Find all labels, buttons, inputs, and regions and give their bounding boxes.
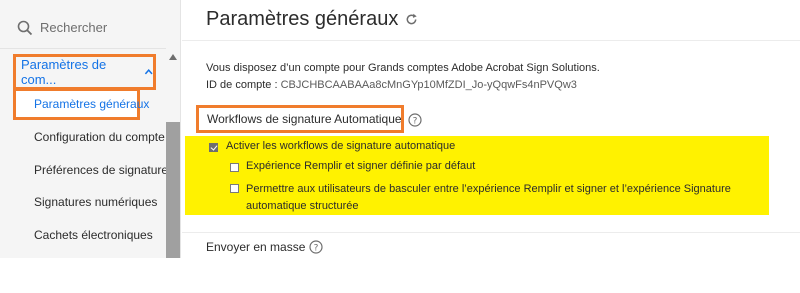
section-title-text: Workflows de signature Automatique: [207, 112, 402, 126]
page-title: Paramètres généraux: [206, 8, 418, 31]
account-id-value: CBJCHBCAABAAa8cMnGYp10MfZDI_Jo-yQqwFs4nP…: [280, 79, 577, 91]
sidebar-item-signature-preferences[interactable]: Préférences de signature: [34, 163, 168, 177]
section-title-automatic-signature: Workflows de signature Automatique: [196, 105, 404, 133]
svg-text:?: ?: [314, 244, 319, 254]
title-divider: [182, 40, 800, 41]
default-fill-sign-label: Expérience Remplir et signer définie par…: [246, 160, 476, 172]
sidebar-item-label: Préférences de signature: [34, 163, 169, 177]
scroll-up-arrow-icon[interactable]: [169, 54, 177, 60]
allow-switch-checkbox[interactable]: [230, 184, 239, 193]
chevron-up-icon: [144, 68, 153, 75]
refresh-icon[interactable]: [405, 13, 418, 26]
account-id-line: ID de compte : CBJCHBCAABAAa8cMnGYp10MfZ…: [206, 79, 577, 91]
sidebar-item-label: Paramètres généraux: [34, 97, 150, 111]
enable-auto-signature-label: Activer les workflows de signature autom…: [226, 140, 456, 152]
sidebar-scrollbar-thumb[interactable]: [166, 122, 180, 258]
section-title-bulk-send: Envoyer en masse: [206, 240, 305, 254]
section-title-text: Envoyer en masse: [206, 240, 306, 254]
search-input[interactable]: [40, 16, 170, 38]
page-title-text: Paramètres généraux: [206, 8, 399, 30]
search-box[interactable]: [0, 0, 180, 49]
sidebar-item-label: Signatures numériques: [34, 195, 158, 209]
allow-switch-label: Permettre aux utilisateurs de basculer e…: [246, 183, 731, 212]
help-icon[interactable]: ?: [408, 113, 422, 127]
sidebar-item-account-setup[interactable]: Configuration du compte: [34, 130, 165, 144]
default-fill-sign-checkbox[interactable]: [230, 163, 239, 172]
sidebar-item-electronic-seals[interactable]: Cachets électroniques: [34, 228, 153, 242]
search-icon: [17, 20, 33, 36]
help-icon[interactable]: ?: [309, 240, 323, 254]
settings-group-label: Paramètres de com...: [21, 57, 107, 87]
sidebar-item-digital-signatures[interactable]: Signatures numériques: [34, 195, 157, 209]
sidebar: Paramètres de com... Paramètres généraux…: [0, 0, 181, 258]
sidebar-item-general-settings[interactable]: Paramètres généraux: [13, 88, 149, 120]
sidebar-item-label: Configuration du compte: [34, 130, 165, 144]
section-divider: [182, 232, 800, 233]
account-id-label: ID de compte :: [206, 79, 278, 91]
settings-group-header[interactable]: Paramètres de com...: [13, 54, 156, 90]
enable-auto-signature-checkbox[interactable]: [209, 143, 218, 152]
sidebar-item-label: Cachets électroniques: [34, 228, 153, 242]
account-type-text: Vous disposez d’un compte pour Grands co…: [206, 62, 600, 74]
svg-text:?: ?: [413, 117, 418, 127]
